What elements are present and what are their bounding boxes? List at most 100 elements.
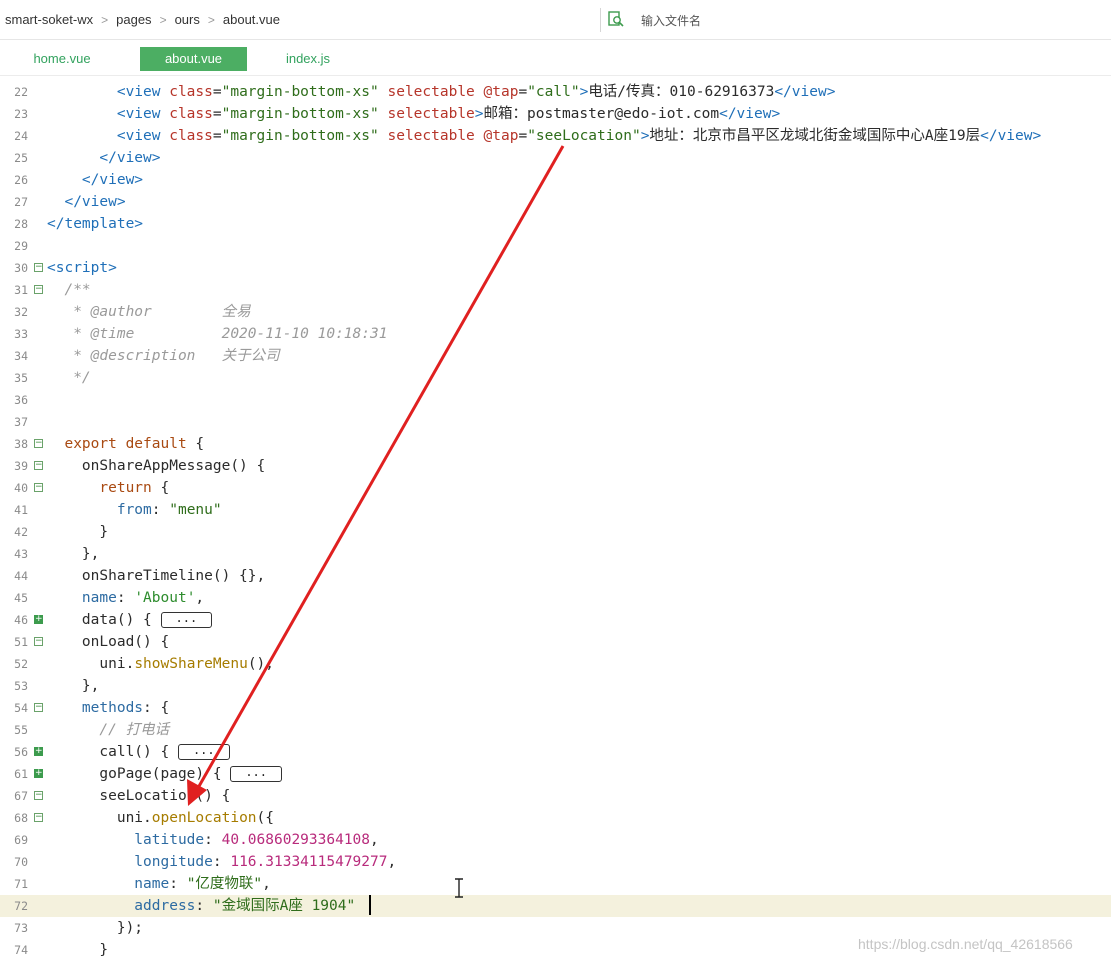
- code-token: :: [195, 898, 213, 914]
- code-line[interactable]: 27 </view>: [0, 191, 1111, 213]
- code-token: address: [47, 898, 196, 914]
- code-line[interactable]: 25 </view>: [0, 147, 1111, 169]
- fold-expand-icon[interactable]: +: [34, 615, 43, 624]
- code-token: "margin-bottom-xs": [221, 128, 379, 144]
- code-line[interactable]: 71 name: "亿度物联",: [0, 873, 1111, 895]
- code-line[interactable]: 24 <view class="margin-bottom-xs" select…: [0, 125, 1111, 147]
- code-line[interactable]: 32 * @author 全易: [0, 301, 1111, 323]
- code-token: : {: [143, 700, 170, 716]
- line-number: 33: [14, 327, 28, 341]
- code-line[interactable]: 34 * @description 关于公司: [0, 345, 1111, 367]
- code-text: </view>: [47, 191, 125, 213]
- code-token: latitude: [47, 832, 205, 848]
- code-text: latitude: 40.06860293364108,: [47, 829, 378, 851]
- code-text: return {: [47, 477, 169, 499]
- fold-collapse-icon[interactable]: −: [34, 439, 43, 448]
- breadcrumb-item-project[interactable]: smart-soket-wx: [5, 12, 93, 27]
- code-line[interactable]: 61 + goPage(page) { ...: [0, 763, 1111, 785]
- line-number: 55: [14, 723, 28, 737]
- code-line[interactable]: 37: [0, 411, 1111, 433]
- code-text: },: [47, 675, 99, 697]
- code-token: :: [151, 502, 170, 518]
- code-text: uni.openLocation({: [47, 807, 274, 829]
- code-token: });: [47, 920, 144, 936]
- code-token: 地址：北京市昌平区龙域北街金域国际中心A座19层: [649, 128, 981, 144]
- code-line[interactable]: 26 </view>: [0, 169, 1111, 191]
- fold-collapse-icon[interactable]: −: [34, 791, 43, 800]
- code-line[interactable]: 40− return {: [0, 477, 1111, 499]
- breadcrumb: smart-soket-wx > pages > ours > about.vue: [5, 12, 280, 27]
- code-line[interactable]: 67− seeLocation() {: [0, 785, 1111, 807]
- code-line[interactable]: 56 + call() { ...: [0, 741, 1111, 763]
- code-line[interactable]: 55 // 打电话: [0, 719, 1111, 741]
- code-line[interactable]: 41 from: "menu": [0, 499, 1111, 521]
- fold-collapse-icon[interactable]: −: [34, 263, 43, 272]
- code-line[interactable]: 45 name: 'About',: [0, 587, 1111, 609]
- code-token: >: [579, 84, 589, 100]
- tab-about-vue[interactable]: about.vue: [140, 47, 247, 71]
- watermark: https://blog.csdn.net/qq_42618566: [858, 936, 1073, 952]
- code-line[interactable]: 51− onLoad() {: [0, 631, 1111, 653]
- tab-home-vue[interactable]: home.vue: [18, 47, 106, 71]
- code-line[interactable]: 68− uni.openLocation({: [0, 807, 1111, 829]
- code-line[interactable]: 29: [0, 235, 1111, 257]
- code-line[interactable]: 38− export default {: [0, 433, 1111, 455]
- code-line[interactable]: 28 </template>: [0, 213, 1111, 235]
- fold-collapse-icon[interactable]: −: [34, 703, 43, 712]
- breadcrumb-item-ours[interactable]: ours: [175, 12, 200, 27]
- code-line[interactable]: 43 },: [0, 543, 1111, 565]
- code-line[interactable]: 69 latitude: 40.06860293364108,: [0, 829, 1111, 851]
- fold-collapse-icon[interactable]: −: [34, 285, 43, 294]
- line-number: 42: [14, 525, 28, 539]
- code-line[interactable]: 44 onShareTimeline() {},: [0, 565, 1111, 587]
- fold-collapse-icon[interactable]: −: [34, 637, 43, 646]
- code-line[interactable]: 72 address: "金域国际A座 1904": [0, 895, 1111, 917]
- chevron-right-icon: >: [207, 13, 215, 27]
- code-text: onLoad() {: [47, 631, 169, 653]
- line-number: 45: [14, 591, 28, 605]
- file-search-icon[interactable]: [607, 10, 625, 28]
- fold-collapse-icon[interactable]: −: [34, 461, 43, 470]
- code-token: {: [186, 436, 205, 452]
- code-line[interactable]: 46 + data() { ...: [0, 609, 1111, 631]
- collapsed-block-button[interactable]: ...: [160, 612, 213, 628]
- code-line[interactable]: 70 longitude: 116.31334115479277,: [0, 851, 1111, 873]
- fold-collapse-icon[interactable]: −: [34, 813, 43, 822]
- code-line[interactable]: 54− methods: {: [0, 697, 1111, 719]
- line-number: 39: [14, 459, 28, 473]
- fold-expand-icon[interactable]: +: [34, 747, 43, 756]
- code-token: seeLocation() {: [47, 788, 231, 804]
- code-line[interactable]: 30− <script>: [0, 257, 1111, 279]
- code-line[interactable]: 42 }: [0, 521, 1111, 543]
- code-line[interactable]: 53 },: [0, 675, 1111, 697]
- code-token: 邮箱：postmaster@edo-iot.com: [483, 106, 720, 122]
- code-line[interactable]: 22 <view class="margin-bottom-xs" select…: [0, 81, 1111, 103]
- code-line[interactable]: 31− /**: [0, 279, 1111, 301]
- line-number: 35: [14, 371, 28, 385]
- breadcrumb-item-pages[interactable]: pages: [116, 12, 151, 27]
- line-number: 46: [14, 613, 28, 627]
- code-token: uni.: [47, 656, 135, 672]
- code-token: "金域国际A座 1904": [212, 898, 356, 914]
- fold-expand-icon[interactable]: +: [34, 769, 43, 778]
- code-token: </view>: [47, 172, 144, 188]
- code-text: name: 'About',: [47, 587, 204, 609]
- code-line[interactable]: 36: [0, 389, 1111, 411]
- code-editor[interactable]: 22 <view class="margin-bottom-xs" select…: [0, 80, 1111, 966]
- line-number: 28: [14, 217, 28, 231]
- fold-collapse-icon[interactable]: −: [34, 483, 43, 492]
- tab-index-js[interactable]: index.js: [268, 47, 348, 71]
- code-token: * @description 关于公司: [47, 348, 280, 364]
- collapsed-block-button[interactable]: ...: [177, 744, 230, 760]
- file-search-input[interactable]: [639, 10, 943, 32]
- code-token: =: [518, 84, 528, 100]
- line-number: 30: [14, 261, 28, 275]
- collapsed-block-button[interactable]: ...: [230, 766, 283, 782]
- code-line[interactable]: 35 */: [0, 367, 1111, 389]
- code-line[interactable]: 52 uni.showShareMenu();: [0, 653, 1111, 675]
- code-line[interactable]: 33 * @time 2020-11-10 10:18:31: [0, 323, 1111, 345]
- code-line[interactable]: 39− onShareAppMessage() {: [0, 455, 1111, 477]
- code-line[interactable]: 23 <view class="margin-bottom-xs" select…: [0, 103, 1111, 125]
- breadcrumb-item-file[interactable]: about.vue: [223, 12, 280, 27]
- code-text: </view>: [47, 169, 143, 191]
